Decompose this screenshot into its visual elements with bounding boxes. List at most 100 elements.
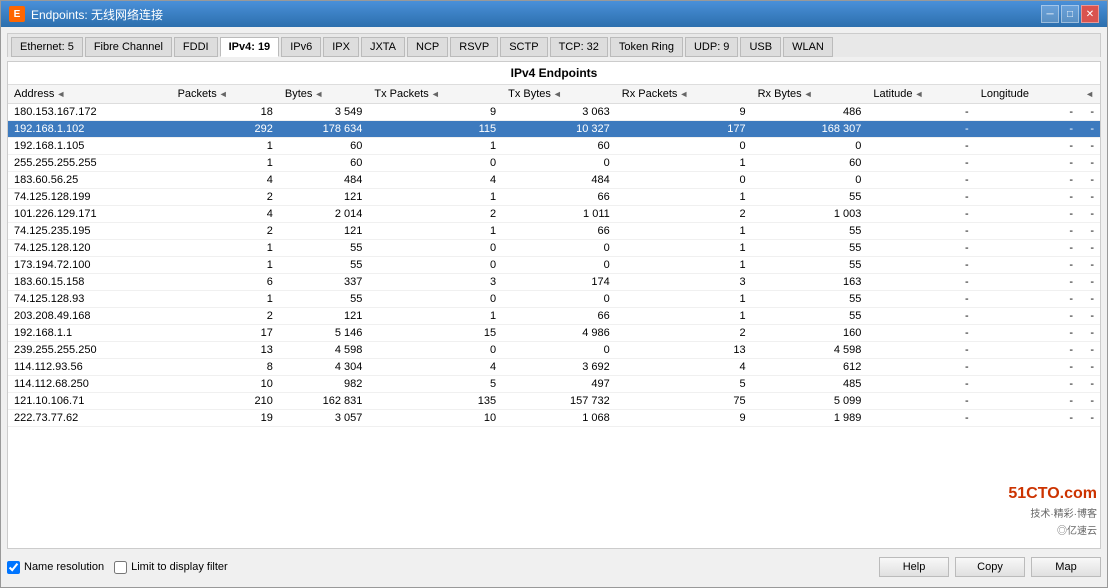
table-row[interactable]: 101.226.129.17142 01421 01121 003--- — [8, 206, 1100, 223]
table-row[interactable]: 192.168.1.102292178 63411510 327177168 3… — [8, 121, 1100, 138]
cell-8: - — [975, 240, 1079, 257]
cell-9: - — [1079, 325, 1100, 342]
tab-sctp[interactable]: SCTP — [500, 37, 547, 57]
cell-1: 4 — [172, 172, 279, 189]
col-bytes[interactable]: Bytes◄ — [279, 85, 369, 104]
cell-7: - — [867, 342, 974, 359]
cell-9: - — [1079, 172, 1100, 189]
table-row[interactable]: 183.60.56.254484448400--- — [8, 172, 1100, 189]
tab-bar: Ethernet: 5Fibre ChannelFDDIIPv4: 19IPv6… — [7, 33, 1101, 57]
cell-9: - — [1079, 257, 1100, 274]
tab-fddi[interactable]: FDDI — [174, 37, 218, 57]
cell-0: 192.168.1.105 — [8, 138, 172, 155]
cell-9: - — [1079, 291, 1100, 308]
table-row[interactable]: 74.125.235.1952121166155--- — [8, 223, 1100, 240]
cell-4: 66 — [502, 223, 616, 240]
col-tx-packets[interactable]: Tx Packets◄ — [368, 85, 502, 104]
cell-3: 4 — [368, 359, 502, 376]
cell-7: - — [867, 206, 974, 223]
cell-6: 55 — [752, 240, 868, 257]
app-icon: E — [9, 6, 25, 22]
table-row[interactable]: 74.125.128.1992121166155--- — [8, 189, 1100, 206]
cell-0: 74.125.128.199 — [8, 189, 172, 206]
cell-2: 178 634 — [279, 121, 369, 138]
help-button[interactable]: Help — [879, 557, 949, 577]
table-row[interactable]: 74.125.128.12015500155--- — [8, 240, 1100, 257]
col-rx-packets[interactable]: Rx Packets◄ — [616, 85, 752, 104]
table-row[interactable]: 239.255.255.250134 59800134 598--- — [8, 342, 1100, 359]
cell-9: - — [1079, 410, 1100, 427]
tab-wlan[interactable]: WLAN — [783, 37, 833, 57]
cell-1: 2 — [172, 189, 279, 206]
tab-usb[interactable]: USB — [740, 37, 781, 57]
tab-rsvp[interactable]: RSVP — [450, 37, 498, 57]
table-row[interactable]: 173.194.72.10015500155--- — [8, 257, 1100, 274]
table-row[interactable]: 114.112.93.5684 30443 6924612--- — [8, 359, 1100, 376]
cell-8: - — [975, 138, 1079, 155]
map-button[interactable]: Map — [1031, 557, 1101, 577]
cell-9: - — [1079, 155, 1100, 172]
cell-9: - — [1079, 189, 1100, 206]
cell-6: 55 — [752, 291, 868, 308]
table-row[interactable]: 121.10.106.71210162 831135157 732755 099… — [8, 393, 1100, 410]
tab-token-ring[interactable]: Token Ring — [610, 37, 683, 57]
cell-9: - — [1079, 223, 1100, 240]
copy-button[interactable]: Copy — [955, 557, 1025, 577]
table-row[interactable]: 192.168.1.1175 146154 9862160--- — [8, 325, 1100, 342]
cell-9: - — [1079, 138, 1100, 155]
title-bar-left: E Endpoints: 无线网络连接 — [9, 6, 163, 23]
col-packets[interactable]: Packets◄ — [172, 85, 279, 104]
tab-ipx[interactable]: IPX — [323, 37, 359, 57]
tab-ncp[interactable]: NCP — [407, 37, 448, 57]
tab-ethernet--5[interactable]: Ethernet: 5 — [11, 37, 83, 57]
cell-9: - — [1079, 376, 1100, 393]
cell-2: 121 — [279, 189, 369, 206]
minimize-button[interactable]: ─ — [1041, 5, 1059, 23]
table-row[interactable]: 114.112.68.2501098254975485--- — [8, 376, 1100, 393]
cell-6: 485 — [752, 376, 868, 393]
table-row[interactable]: 203.208.49.1682121166155--- — [8, 308, 1100, 325]
table-row[interactable]: 180.153.167.172183 54993 0639486--- — [8, 104, 1100, 121]
tab-udp--9[interactable]: UDP: 9 — [685, 37, 738, 57]
title-bar: E Endpoints: 无线网络连接 ─ □ ✕ — [1, 1, 1107, 27]
close-button[interactable]: ✕ — [1081, 5, 1099, 23]
name-resolution-checkbox-label[interactable]: Name resolution — [7, 561, 104, 574]
cell-2: 162 831 — [279, 393, 369, 410]
cell-5: 1 — [616, 291, 752, 308]
table-row[interactable]: 183.60.15.158633731743163--- — [8, 274, 1100, 291]
cell-7: - — [867, 393, 974, 410]
limit-filter-checkbox-label[interactable]: Limit to display filter — [114, 561, 228, 574]
col-tx-bytes[interactable]: Tx Bytes◄ — [502, 85, 616, 104]
bottom-bar: Name resolution Limit to display filter … — [7, 553, 1101, 581]
cell-7: - — [867, 155, 974, 172]
table-row[interactable]: 222.73.77.62193 057101 06891 989--- — [8, 410, 1100, 427]
col-latitude[interactable]: Latitude◄ — [867, 85, 974, 104]
table-row[interactable]: 255.255.255.25516000160--- — [8, 155, 1100, 172]
table-scroll[interactable]: Address◄ Packets◄ Bytes◄ Tx Packets◄ Tx … — [8, 85, 1100, 548]
tab-fibre-channel[interactable]: Fibre Channel — [85, 37, 172, 57]
tab-jxta[interactable]: JXTA — [361, 37, 405, 57]
cell-0: 192.168.1.1 — [8, 325, 172, 342]
name-resolution-checkbox[interactable] — [7, 561, 20, 574]
col-address[interactable]: Address◄ — [8, 85, 172, 104]
tab-ipv4--19[interactable]: IPv4: 19 — [220, 37, 280, 57]
cell-0: 180.153.167.172 — [8, 104, 172, 121]
table-row[interactable]: 74.125.128.9315500155--- — [8, 291, 1100, 308]
cell-4: 497 — [502, 376, 616, 393]
cell-4: 1 068 — [502, 410, 616, 427]
cell-0: 101.226.129.171 — [8, 206, 172, 223]
watermark: 51CTO.com 技术·精彩·博客 ◎亿速云 — [1008, 485, 1097, 537]
maximize-button[interactable]: □ — [1061, 5, 1079, 23]
cell-2: 5 146 — [279, 325, 369, 342]
cell-5: 1 — [616, 155, 752, 172]
cell-7: - — [867, 359, 974, 376]
cell-2: 4 598 — [279, 342, 369, 359]
tab-tcp--32[interactable]: TCP: 32 — [550, 37, 608, 57]
col-longitude[interactable]: Longitude — [975, 85, 1079, 104]
cell-0: 239.255.255.250 — [8, 342, 172, 359]
table-row[interactable]: 192.168.1.10516016000--- — [8, 138, 1100, 155]
limit-filter-checkbox[interactable] — [114, 561, 127, 574]
tab-ipv6[interactable]: IPv6 — [281, 37, 321, 57]
cell-2: 55 — [279, 240, 369, 257]
col-rx-bytes[interactable]: Rx Bytes◄ — [752, 85, 868, 104]
